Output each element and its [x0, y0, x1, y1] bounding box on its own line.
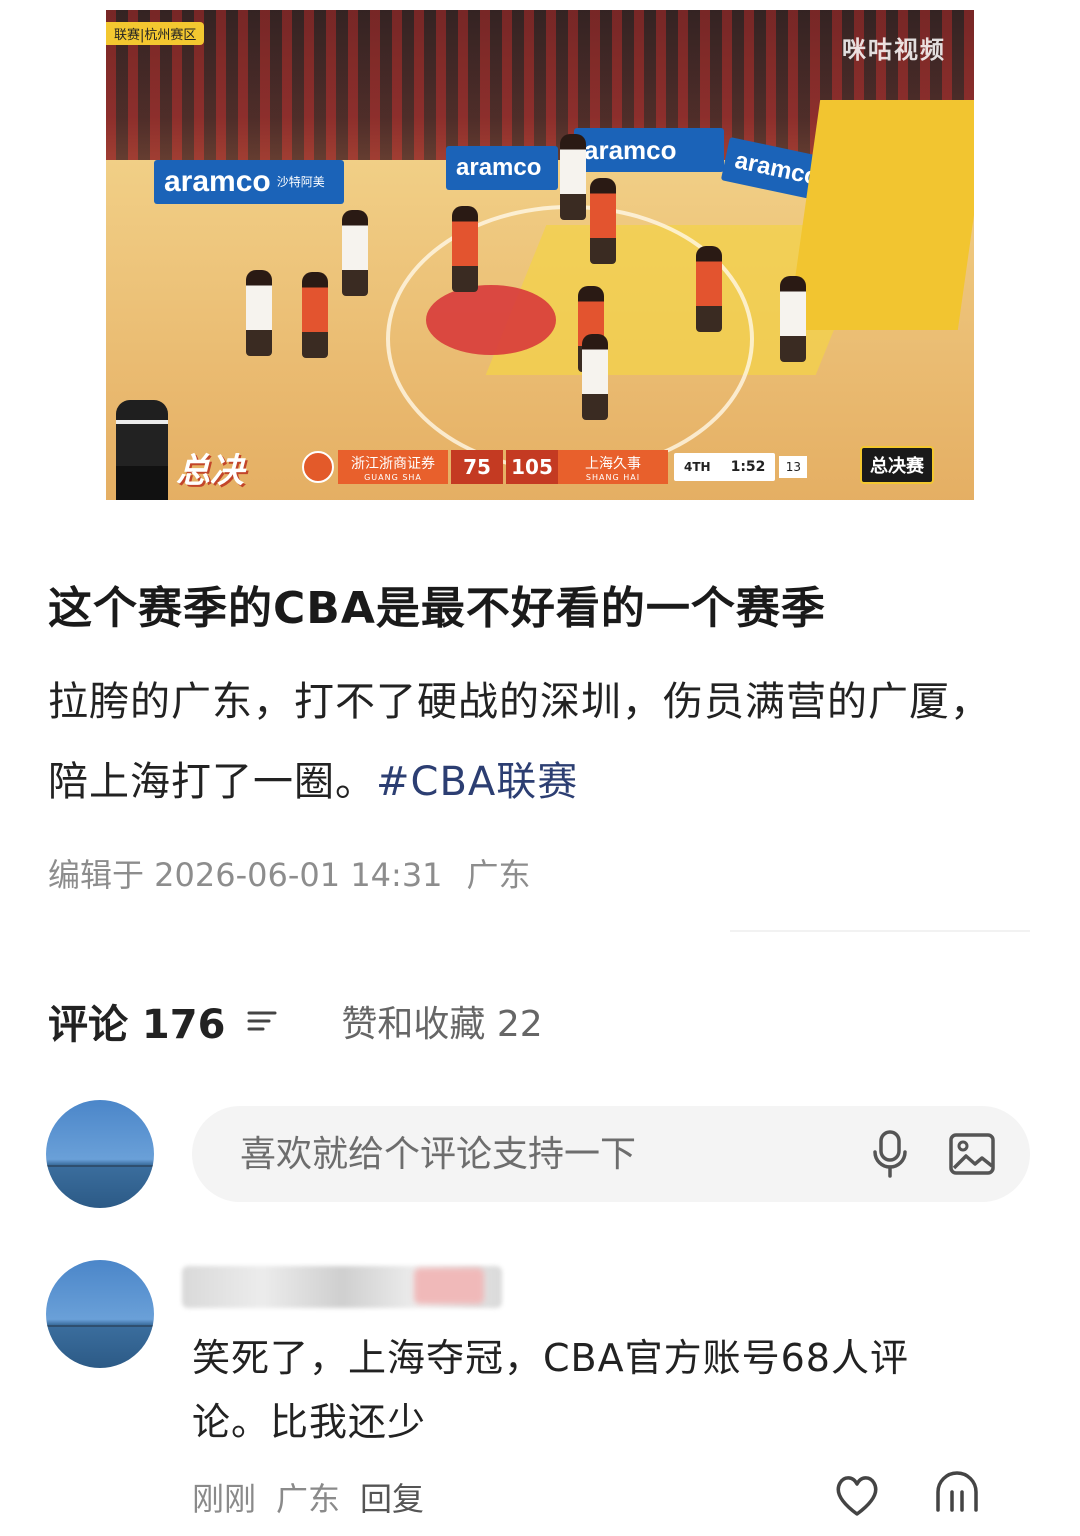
- heart-icon[interactable]: [832, 1470, 882, 1520]
- sponsor-subtext: 沙特阿美: [276, 175, 325, 189]
- home-team-sub: GUANG SHA: [364, 472, 422, 482]
- away-team-name: 上海久事: [585, 455, 641, 472]
- tab-comments[interactable]: 评论 176: [48, 992, 225, 1050]
- game-clock: 4TH 1:52: [674, 453, 776, 481]
- comment-location: 广东: [276, 1480, 341, 1518]
- quarter-label: 4TH: [684, 460, 711, 474]
- commenter-badge-blurred: [414, 1268, 484, 1304]
- player: [302, 272, 328, 358]
- comment-input[interactable]: [238, 1132, 866, 1176]
- comment-time: 刚刚: [192, 1480, 257, 1518]
- player: [780, 276, 806, 362]
- away-team-sub: SHANG HAI: [585, 472, 641, 482]
- sponsor-text: aramco: [584, 134, 677, 165]
- away-team: 上海久事 SHANG HAI: [558, 450, 668, 484]
- tab-likes-favorites[interactable]: 赞和收藏 22: [341, 995, 542, 1047]
- referee: [116, 400, 168, 500]
- scoreboard: 总决 浙江浙商证券 GUANG SHA 75 105 上海久事 SHANG HA…: [176, 448, 808, 491]
- player: [342, 210, 368, 296]
- basket-support: [787, 100, 974, 330]
- post-location: 广东: [466, 856, 531, 894]
- mic-icon[interactable]: [866, 1128, 914, 1180]
- video-thumbnail[interactable]: aramco 沙特阿美 aramco aramco aramco 联赛|杭州赛区…: [106, 10, 974, 500]
- clock-time: 1:52: [730, 459, 766, 475]
- post-title: 这个赛季的CBA是最不好看的一个赛季: [48, 583, 826, 634]
- player: [560, 134, 586, 220]
- sponsor-banner: aramco 沙特阿美: [154, 160, 344, 204]
- home-team: 浙江浙商证券 GUANG SHA: [338, 450, 448, 484]
- player: [246, 270, 272, 356]
- reply-button[interactable]: 回复: [360, 1480, 424, 1518]
- commenter-avatar[interactable]: [46, 1260, 154, 1368]
- sort-icon[interactable]: [245, 1006, 279, 1036]
- post-body: 拉胯的广东，打不了硬战的深圳，伤员满营的广厦，陪上海打了一圈。#CBA联赛: [48, 662, 1008, 822]
- player: [452, 206, 478, 292]
- sponsor-text: aramco: [456, 154, 542, 181]
- away-score: 105: [506, 450, 558, 484]
- comment-text: 笑死了，上海夺冠，CBA官方账号68人评论。比我还少: [192, 1336, 909, 1444]
- home-score: 75: [451, 450, 503, 484]
- finals-badge: 总决赛: [860, 446, 934, 484]
- scoreboard-title: 总决: [176, 450, 244, 491]
- post-meta: 编辑于 2026-06-01 14:31 广东: [48, 850, 531, 896]
- home-team-name: 浙江浙商证券: [351, 455, 435, 472]
- player: [582, 334, 608, 420]
- divider: [730, 930, 1030, 932]
- comment-bubble-icon[interactable]: [932, 1470, 982, 1520]
- player: [590, 178, 616, 264]
- sponsor-text: aramco: [164, 165, 271, 198]
- comment-meta: 刚刚 广东 回复: [192, 1474, 424, 1520]
- sponsor-banner: aramco: [574, 128, 724, 172]
- comment-input-box[interactable]: [192, 1106, 1030, 1202]
- image-icon[interactable]: [948, 1128, 996, 1180]
- current-user-avatar[interactable]: [46, 1100, 154, 1208]
- court-logo: [426, 285, 556, 355]
- edit-time: 编辑于 2026-06-01 14:31: [48, 856, 443, 894]
- comment-tabs: 评论 176 赞和收藏 22: [48, 992, 543, 1050]
- cba-logo-icon: [302, 451, 334, 483]
- event-tag: 联赛|杭州赛区: [106, 22, 205, 45]
- shot-clock: 13: [779, 456, 808, 478]
- video-watermark: 咪咕视频: [842, 36, 946, 64]
- player: [696, 246, 722, 332]
- sponsor-banner: aramco: [446, 146, 558, 190]
- hashtag-link[interactable]: #CBA联赛: [376, 759, 578, 805]
